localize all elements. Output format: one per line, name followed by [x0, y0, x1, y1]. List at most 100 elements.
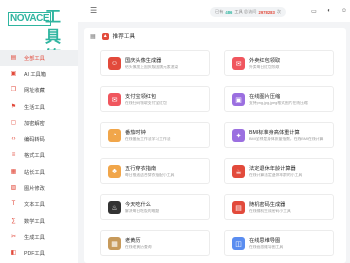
compress-icon: ▣ — [232, 93, 245, 106]
food-icon: ♨ — [108, 201, 121, 214]
stats-prefix: 已有 — [215, 9, 224, 14]
sidebar-item[interactable]: ❐ 网址收藏 — [0, 83, 78, 99]
tool-card-description: 在线番茄工作法学习工作法 — [125, 137, 171, 141]
sidebar-item[interactable]: T 文本工具 — [0, 197, 78, 213]
sidebar-item-label: 图片修改 — [24, 186, 45, 193]
sidebar-item-label: 生活工具 — [24, 104, 45, 111]
tool-card-description: 在线随机生成密码小工具 — [249, 209, 291, 213]
tool-card-description: 在线画思维导图工具 — [249, 245, 284, 249]
tool-card[interactable]: ▦ 老黄历 在线老黄历查询 — [100, 230, 210, 256]
ai-icon: ▣ — [10, 70, 17, 77]
tool-card-title: 外卖红包领取 — [249, 58, 281, 64]
tool-card-description: 支持png,jpg,jpeg格式图片在线压缩 — [249, 101, 308, 105]
sidebar-item[interactable]: ⚑ 生活工具 — [0, 99, 78, 115]
stats-mid: 工具 总访问 — [234, 9, 257, 14]
tool-card[interactable]: ✉ 外卖红包领取 外卖每日红包领取 — [224, 50, 334, 76]
fire-icon: ▲ — [101, 32, 109, 40]
math-icon: ∑ — [11, 217, 16, 224]
tool-card-title: 法定退休年龄计算器 — [249, 166, 296, 172]
sidebar-item-label: 加密解密 — [24, 120, 45, 127]
tool-card[interactable]: ▣ 在线图片压缩 支持png,jpg,jpeg格式图片在线压缩 — [224, 86, 334, 112]
tool-card-title: 五行穿衣指南 — [125, 166, 157, 172]
sidebar-item-label: 文本工具 — [24, 202, 45, 209]
section-title: 推荐工具 — [112, 34, 136, 40]
user-icon[interactable]: ☺ — [340, 7, 348, 15]
menu-toggle-icon[interactable]: ☰ — [90, 6, 97, 15]
sidebar-item[interactable]: ‹› 编码转码 — [0, 131, 78, 147]
monitor-icon[interactable]: ▭ — [310, 7, 318, 15]
sidebar-item[interactable]: ▨ 图片修改 — [0, 180, 78, 196]
tool-card-title: 在线图片压缩 — [249, 94, 281, 100]
tool-card-title: 番茄时钟 — [125, 130, 146, 136]
tool-card-description: BMI全称是身体质量指数，在线BMI在线计算 — [249, 137, 324, 141]
text-icon: T — [11, 201, 16, 208]
sidebar-nav: ▤ 全部工具 ▣ AI 工具箱 ❐ 网址收藏 ⚑ 生活工具 ▢ 加密解密 ‹› 编码转码 ≡ 格式工具 ▦ 站… — [0, 50, 78, 262]
tool-card[interactable]: ♨ 今天吃什么 解决每日吃饭的难题 — [100, 194, 210, 220]
tool-card-title: 在线思维导图 — [249, 238, 281, 244]
sidebar-item-label: AI 工具箱 — [24, 71, 46, 78]
stats-tool-count: 486 — [225, 9, 233, 15]
bookmark-icon: ❐ — [10, 87, 17, 94]
sidebar-item-label: 网址收藏 — [24, 88, 45, 95]
section-header: ▦ ▲ 推荐工具 — [84, 28, 346, 44]
logo[interactable]: NOVACE 工具箱 — [8, 8, 72, 66]
pdf-icon: ◧ — [10, 250, 17, 257]
tool-card-description: 每日推送适合穿衣搭配小工具 — [125, 173, 175, 177]
grid-icon: ▤ — [10, 54, 17, 61]
sidebar-item[interactable]: ▢ 加密解密 — [0, 115, 78, 131]
webmaster-icon: ▦ — [10, 168, 17, 175]
tool-card-title: 国庆头像生成器 — [125, 58, 162, 64]
tool-card[interactable]: ♣ 五行穿衣指南 每日推送适合穿衣搭配小工具 — [100, 158, 210, 184]
tool-card-title: 今天吃什么 — [125, 202, 151, 208]
sidebar-item[interactable]: ▤ 全部工具 — [0, 50, 78, 67]
tool-card[interactable]: ☺ 国庆头像生成器 给头像加上国庆版国旗元素渲染 — [100, 50, 210, 76]
retire-icon: ☕ — [232, 165, 245, 178]
main-content: ▦ ▲ 推荐工具 ☺ 国庆头像生成器 给头像加上国庆版国旗元素渲染 ✉ 外卖红包领取 外卖… — [84, 28, 346, 263]
avatar-icon: ☺ — [108, 57, 121, 70]
theme-icon[interactable]: ◐ — [325, 7, 333, 15]
tool-card-description: 外卖每日红包领取 — [249, 65, 280, 69]
sidebar-item-label: PDF工具 — [24, 251, 45, 258]
tool-card-title: 支付宝领红包 — [125, 94, 157, 100]
sidebar-item-label: 编码转码 — [24, 137, 45, 144]
tool-card-title: 老黄历 — [125, 238, 141, 244]
wardrobe-icon: ♣ — [108, 165, 121, 178]
password-icon: ▤ — [232, 201, 245, 214]
sidebar-item[interactable]: ▣ AI 工具箱 — [0, 66, 78, 82]
sidebar: NOVACE 工具箱 ▤ 全部工具 ▣ AI 工具箱 ❐ 网址收藏 ⚑ 生活工具 ▢ 加密解密 ‹›… — [0, 0, 78, 263]
tool-card-description: 给头像加上国庆版国旗元素渲染 — [125, 65, 179, 69]
sidebar-item-label: 站长工具 — [24, 169, 45, 176]
tool-card[interactable]: ✉ 支付宝领红包 在线扫码领取支付宝红包 — [100, 86, 210, 112]
sidebar-item-label: 格式工具 — [24, 153, 45, 160]
apps-grid-icon[interactable]: ▦ — [90, 33, 96, 40]
tool-card-description: 在线老黄历查询 — [125, 245, 152, 249]
format-icon: ≡ — [11, 152, 16, 159]
code-icon: ‹› — [11, 136, 16, 143]
lock-icon: ▢ — [10, 119, 17, 126]
tool-card-description: 在线计算法定退休年龄的小工具 — [249, 173, 303, 177]
stats-visit-count: 2978283 — [258, 9, 275, 15]
sidebar-item[interactable]: ◧ PDF工具 — [0, 246, 78, 262]
sidebar-item[interactable]: ▦ 站长工具 — [0, 164, 78, 180]
sidebar-item[interactable]: ≡ 格式工具 — [0, 148, 78, 164]
tool-card[interactable]: ◔ 番茄时钟 在线番茄工作法学习工作法 — [100, 122, 210, 148]
tool-card-title: 随机密码生成器 — [249, 202, 286, 208]
flag-icon: ⚑ — [10, 103, 17, 110]
top-header: ☰ 已有 486 工具 总访问 2978283 次 ▭ ◐ ☺ — [78, 0, 350, 22]
sidebar-item[interactable]: ✂ 生成工具 — [0, 229, 78, 245]
image-icon: ▨ — [10, 185, 17, 192]
clock-icon: ◔ — [108, 129, 121, 142]
site-stats: 已有 486 工具 总访问 2978283 次 — [210, 7, 287, 17]
alipay-icon: ✉ — [108, 93, 121, 106]
tool-card[interactable]: ▤ 随机密码生成器 在线随机生成密码小工具 — [224, 194, 334, 220]
tool-card[interactable]: ✦ BMI标准身高体重计算 BMI全称是身体质量指数，在线BMI在线计算 — [224, 122, 334, 148]
sidebar-item-label: 全部工具 — [24, 55, 45, 62]
tool-card-title: BMI标准身高体重计算 — [249, 130, 300, 136]
tool-card[interactable]: ◫ 在线思维导图 在线画思维导图工具 — [224, 230, 334, 256]
tool-card-description: 在线扫码领取支付宝红包 — [125, 101, 167, 105]
generate-icon: ✂ — [10, 233, 17, 240]
tool-card-description: 解决每日吃饭的难题 — [125, 209, 160, 213]
tool-card[interactable]: ☕ 法定退休年龄计算器 在线计算法定退休年龄的小工具 — [224, 158, 334, 184]
sidebar-item[interactable]: ∑ 数学工具 — [0, 213, 78, 229]
redpacket-icon: ✉ — [232, 57, 245, 70]
